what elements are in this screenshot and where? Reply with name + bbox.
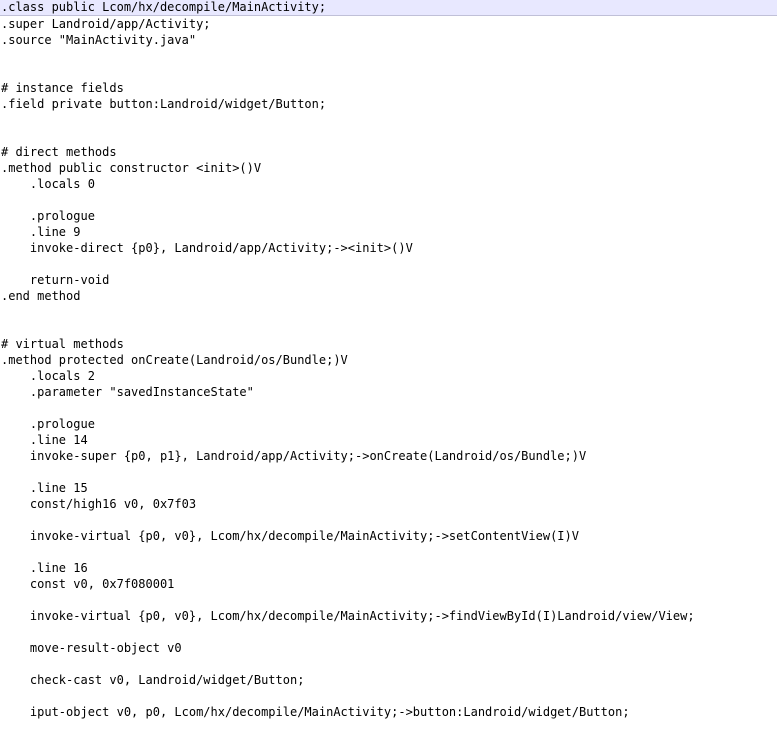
code-line[interactable] bbox=[0, 656, 777, 672]
code-line[interactable]: .method protected onCreate(Landroid/os/B… bbox=[0, 352, 777, 368]
code-line[interactable]: .locals 0 bbox=[0, 176, 777, 192]
code-line[interactable] bbox=[0, 512, 777, 528]
code-line[interactable]: check-cast v0, Landroid/widget/Button; bbox=[0, 672, 777, 688]
code-line[interactable]: .line 14 bbox=[0, 432, 777, 448]
code-line[interactable]: .prologue bbox=[0, 208, 777, 224]
code-line[interactable]: .end method bbox=[0, 288, 777, 304]
code-line[interactable]: # instance fields bbox=[0, 80, 777, 96]
code-line[interactable] bbox=[0, 128, 777, 144]
code-line[interactable] bbox=[0, 64, 777, 80]
code-line[interactable] bbox=[0, 624, 777, 640]
code-line[interactable] bbox=[0, 256, 777, 272]
code-line[interactable] bbox=[0, 688, 777, 704]
code-line[interactable]: move-result-object v0 bbox=[0, 640, 777, 656]
code-line[interactable]: # virtual methods bbox=[0, 336, 777, 352]
code-line[interactable] bbox=[0, 544, 777, 560]
code-line[interactable]: .line 9 bbox=[0, 224, 777, 240]
code-line[interactable] bbox=[0, 320, 777, 336]
code-editor[interactable]: .class public Lcom/hx/decompile/MainActi… bbox=[0, 0, 777, 730]
code-line[interactable]: iput-object v0, p0, Lcom/hx/decompile/Ma… bbox=[0, 704, 777, 720]
code-line[interactable]: return-void bbox=[0, 272, 777, 288]
code-line[interactable]: invoke-virtual {p0, v0}, Lcom/hx/decompi… bbox=[0, 528, 777, 544]
code-line[interactable] bbox=[0, 192, 777, 208]
code-line[interactable]: .class public Lcom/hx/decompile/MainActi… bbox=[0, 0, 777, 16]
code-line[interactable]: .parameter "savedInstanceState" bbox=[0, 384, 777, 400]
code-line[interactable]: .source "MainActivity.java" bbox=[0, 32, 777, 48]
code-line[interactable]: invoke-virtual {p0, v0}, Lcom/hx/decompi… bbox=[0, 608, 777, 624]
code-line[interactable]: invoke-super {p0, p1}, Landroid/app/Acti… bbox=[0, 448, 777, 464]
code-line[interactable] bbox=[0, 304, 777, 320]
code-line[interactable]: .method public constructor <init>()V bbox=[0, 160, 777, 176]
code-line[interactable]: .line 15 bbox=[0, 480, 777, 496]
code-line[interactable] bbox=[0, 720, 777, 730]
code-line[interactable] bbox=[0, 592, 777, 608]
code-line[interactable] bbox=[0, 400, 777, 416]
code-line[interactable] bbox=[0, 464, 777, 480]
code-line[interactable]: .line 16 bbox=[0, 560, 777, 576]
code-line[interactable] bbox=[0, 112, 777, 128]
code-line[interactable]: .locals 2 bbox=[0, 368, 777, 384]
code-line[interactable]: .super Landroid/app/Activity; bbox=[0, 16, 777, 32]
code-line[interactable] bbox=[0, 48, 777, 64]
code-line[interactable]: .prologue bbox=[0, 416, 777, 432]
code-line[interactable]: # direct methods bbox=[0, 144, 777, 160]
code-line[interactable]: invoke-direct {p0}, Landroid/app/Activit… bbox=[0, 240, 777, 256]
code-line[interactable]: const/high16 v0, 0x7f03 bbox=[0, 496, 777, 512]
code-line[interactable]: .field private button:Landroid/widget/Bu… bbox=[0, 96, 777, 112]
code-line[interactable]: const v0, 0x7f080001 bbox=[0, 576, 777, 592]
